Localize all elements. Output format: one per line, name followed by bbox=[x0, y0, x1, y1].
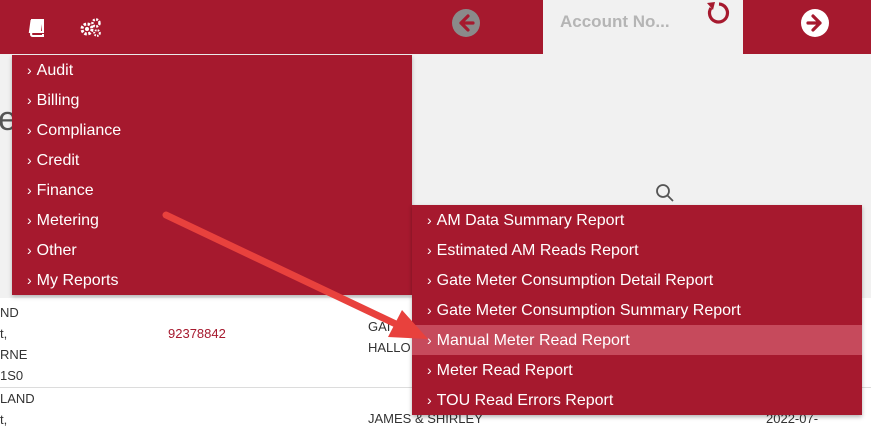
chevron-right-icon: › bbox=[427, 302, 432, 318]
chevron-right-icon: › bbox=[27, 242, 32, 258]
chevron-right-icon: › bbox=[427, 362, 432, 378]
submenu-item-gate-meter-detail[interactable]: › Gate Meter Consumption Detail Report bbox=[412, 265, 862, 295]
forward-arrow-icon[interactable] bbox=[800, 8, 830, 38]
table-cell-address: ND t, RNE 1S0 bbox=[0, 305, 28, 383]
submenu-item-tou-read-errors[interactable]: › TOU Read Errors Report bbox=[412, 385, 862, 415]
chevron-right-icon: › bbox=[427, 332, 432, 348]
chevron-right-icon: › bbox=[427, 272, 432, 288]
submenu-item-manual-meter-read[interactable]: › Manual Meter Read Report bbox=[412, 325, 862, 355]
submenu-item-gate-meter-summary[interactable]: › Gate Meter Consumption Summary Report bbox=[412, 295, 862, 325]
reports-menu: › Audit › Billing › Compliance › Credit › Fin… bbox=[12, 55, 412, 295]
chevron-right-icon: › bbox=[27, 152, 32, 168]
menu-item-credit[interactable]: › Credit bbox=[12, 145, 412, 175]
chevron-right-icon: › bbox=[427, 392, 432, 408]
metering-submenu: › AM Data Summary Report › Estimated AM Re… bbox=[412, 205, 862, 415]
gears-icon[interactable] bbox=[78, 14, 104, 40]
chevron-right-icon: › bbox=[27, 272, 32, 288]
back-arrow-icon[interactable] bbox=[451, 8, 481, 38]
submenu-item-estimated-am-reads[interactable]: › Estimated AM Reads Report bbox=[412, 235, 862, 265]
menu-item-metering[interactable]: › Metering bbox=[12, 205, 412, 235]
chevron-right-icon: › bbox=[27, 92, 32, 108]
submenu-item-meter-read[interactable]: › Meter Read Report bbox=[412, 355, 862, 385]
menu-item-audit[interactable]: › Audit bbox=[12, 55, 412, 85]
chevron-right-icon: › bbox=[27, 212, 32, 228]
chevron-right-icon: › bbox=[27, 182, 32, 198]
table-cell-address: LAND t, bbox=[0, 391, 35, 427]
menu-item-compliance[interactable]: › Compliance bbox=[12, 115, 412, 145]
table-cell-account-link[interactable]: 92378842 bbox=[168, 326, 226, 341]
table-cell-name: GAI HALLO bbox=[368, 319, 411, 355]
menu-item-finance[interactable]: › Finance bbox=[12, 175, 412, 205]
chevron-right-icon: › bbox=[27, 62, 32, 78]
chevron-right-icon: › bbox=[27, 122, 32, 138]
menu-item-billing[interactable]: › Billing bbox=[12, 85, 412, 115]
top-bar: Account No... bbox=[0, 0, 871, 54]
book-icon[interactable] bbox=[24, 14, 50, 40]
submenu-item-am-data-summary[interactable]: › AM Data Summary Report bbox=[412, 205, 862, 235]
account-input-placeholder[interactable]: Account No... bbox=[560, 12, 670, 32]
chevron-right-icon: › bbox=[427, 242, 432, 258]
refresh-icon[interactable] bbox=[705, 0, 731, 30]
chevron-right-icon: › bbox=[427, 212, 432, 228]
menu-item-my-reports[interactable]: › My Reports bbox=[12, 265, 412, 295]
menu-item-other[interactable]: › Other bbox=[12, 235, 412, 265]
search-icon[interactable] bbox=[655, 183, 675, 203]
